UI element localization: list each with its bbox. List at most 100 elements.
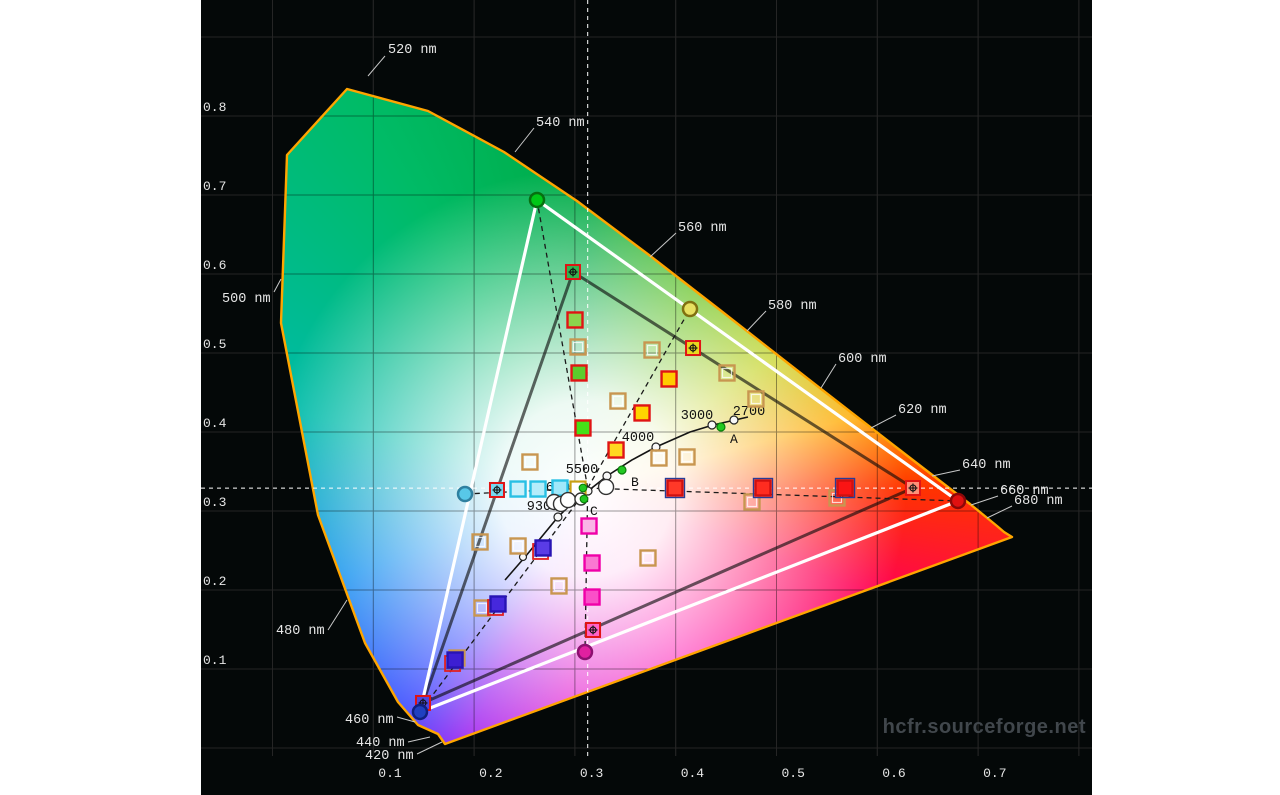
wavelength-label: 560 nm xyxy=(678,221,727,236)
ray-yellow xyxy=(588,309,690,488)
wavelength-label: 620 nm xyxy=(898,403,947,418)
white-dot xyxy=(580,495,588,503)
reference-square xyxy=(551,578,566,593)
wavelength-leader xyxy=(368,56,385,76)
x-tick-0.3: 0.3 xyxy=(580,767,603,780)
wavelength-leader xyxy=(274,279,281,292)
wavelength-leader xyxy=(328,600,347,630)
wavelength-label: 680 nm xyxy=(1014,494,1063,509)
wavelength-leader xyxy=(747,311,766,331)
sat-square-cyan xyxy=(531,482,546,497)
y-tick-0.7: 0.7 xyxy=(203,180,226,193)
sat-square-yellow xyxy=(662,371,677,386)
white-dot xyxy=(579,484,587,492)
sat-square-magenta xyxy=(585,555,600,570)
sat-square-blue xyxy=(448,652,463,667)
cie-diagram-svg: 930065005500400030002700ABC520 nm540 nm5… xyxy=(201,0,1092,795)
temp-label-4000: 4000 xyxy=(622,431,654,446)
measured-primary-blue xyxy=(413,705,427,719)
wavelength-leader xyxy=(650,233,676,257)
ray-green xyxy=(537,200,588,488)
wavelength-label: 540 nm xyxy=(536,116,585,131)
wavelength-leader xyxy=(871,415,896,428)
x-tick-0.2: 0.2 xyxy=(479,767,502,780)
sat-square-red xyxy=(755,481,770,496)
reference-square-inner xyxy=(514,541,523,550)
reference-square xyxy=(651,450,666,465)
reference-square-inner xyxy=(654,453,663,462)
reference-square xyxy=(571,339,586,354)
reference-square-inner xyxy=(554,581,563,590)
y-tick-0.3: 0.3 xyxy=(203,496,226,509)
x-tick-0.4: 0.4 xyxy=(681,767,704,780)
x-tick-0.6: 0.6 xyxy=(882,767,905,780)
wavelength-label: 460 nm xyxy=(345,713,394,728)
illuminant-B xyxy=(618,466,626,474)
y-tick-0.4: 0.4 xyxy=(203,417,226,430)
sat-square-yellow xyxy=(609,443,624,458)
grayscale-measurement xyxy=(599,479,614,494)
sat-square-cyan xyxy=(511,482,526,497)
wavelength-label: 520 nm xyxy=(388,43,437,58)
sat-square-green xyxy=(572,365,587,380)
temp-label-3000: 3000 xyxy=(681,409,713,424)
measured-primary-green xyxy=(530,193,544,207)
y-tick-0.8: 0.8 xyxy=(203,101,226,114)
illuminant-A xyxy=(717,423,725,431)
x-tick-0.1: 0.1 xyxy=(378,767,401,780)
reference-square-inner xyxy=(477,604,486,613)
x-tick-0.5: 0.5 xyxy=(782,767,805,780)
reference-square xyxy=(679,449,694,464)
reference-square xyxy=(511,538,526,553)
sat-square-red xyxy=(667,481,682,496)
y-tick-0.5: 0.5 xyxy=(203,338,226,351)
temp-label-5500: 5500 xyxy=(566,463,598,478)
illuminant-label-C: C xyxy=(590,504,598,519)
wavelength-leader xyxy=(515,128,534,152)
wavelength-leader xyxy=(821,364,836,388)
wavelength-leader xyxy=(987,506,1012,518)
measured-primary-red xyxy=(951,494,965,508)
sat-square-blue xyxy=(490,596,505,611)
sat-square-green xyxy=(568,312,583,327)
reference-square-inner xyxy=(751,394,760,403)
gridlines xyxy=(201,0,1092,756)
illuminant-label-B: B xyxy=(631,475,639,490)
wavelength-label: 480 nm xyxy=(276,624,325,639)
temp-marker-5500 xyxy=(603,472,611,480)
wavelength-label: 580 nm xyxy=(768,299,817,314)
cie-chart-canvas: 930065005500400030002700ABC520 nm540 nm5… xyxy=(201,0,1092,795)
reference-square-inner xyxy=(525,458,534,467)
grayscale-measurement xyxy=(561,493,576,508)
wavelength-label: 640 nm xyxy=(962,458,1011,473)
x-tick-0.7: 0.7 xyxy=(983,767,1006,780)
measured-primary-magenta xyxy=(578,645,592,659)
illuminant-label-A: A xyxy=(730,432,738,447)
measured-primary-cyan xyxy=(458,487,472,501)
sat-square-yellow xyxy=(635,405,650,420)
y-tick-0.6: 0.6 xyxy=(203,259,226,272)
sat-square-magenta xyxy=(585,590,600,605)
reference-square xyxy=(610,394,625,409)
reference-square xyxy=(645,342,660,357)
y-tick-0.2: 0.2 xyxy=(203,575,226,588)
sat-square-red xyxy=(838,481,853,496)
wavelength-label: 500 nm xyxy=(222,292,271,307)
y-tick-0.1: 0.1 xyxy=(203,654,226,667)
reference-square-inner xyxy=(682,452,691,461)
reference-square xyxy=(745,494,760,509)
sat-square-green xyxy=(575,420,590,435)
wavelength-leader xyxy=(971,496,998,505)
measured-primary-yellow xyxy=(683,302,697,316)
wavelength-label: 420 nm xyxy=(365,749,414,764)
reference-square xyxy=(640,551,655,566)
wavelength-leader xyxy=(408,737,430,742)
reference-square-inner xyxy=(613,397,622,406)
watermark: hcfr.sourceforge.net xyxy=(883,716,1086,739)
wavelength-leader xyxy=(932,470,960,476)
sat-square-blue xyxy=(536,540,551,555)
reference-square-inner xyxy=(643,554,652,563)
reference-square xyxy=(522,455,537,470)
wavelength-label: 600 nm xyxy=(838,352,887,367)
reference-square-inner xyxy=(748,497,757,506)
